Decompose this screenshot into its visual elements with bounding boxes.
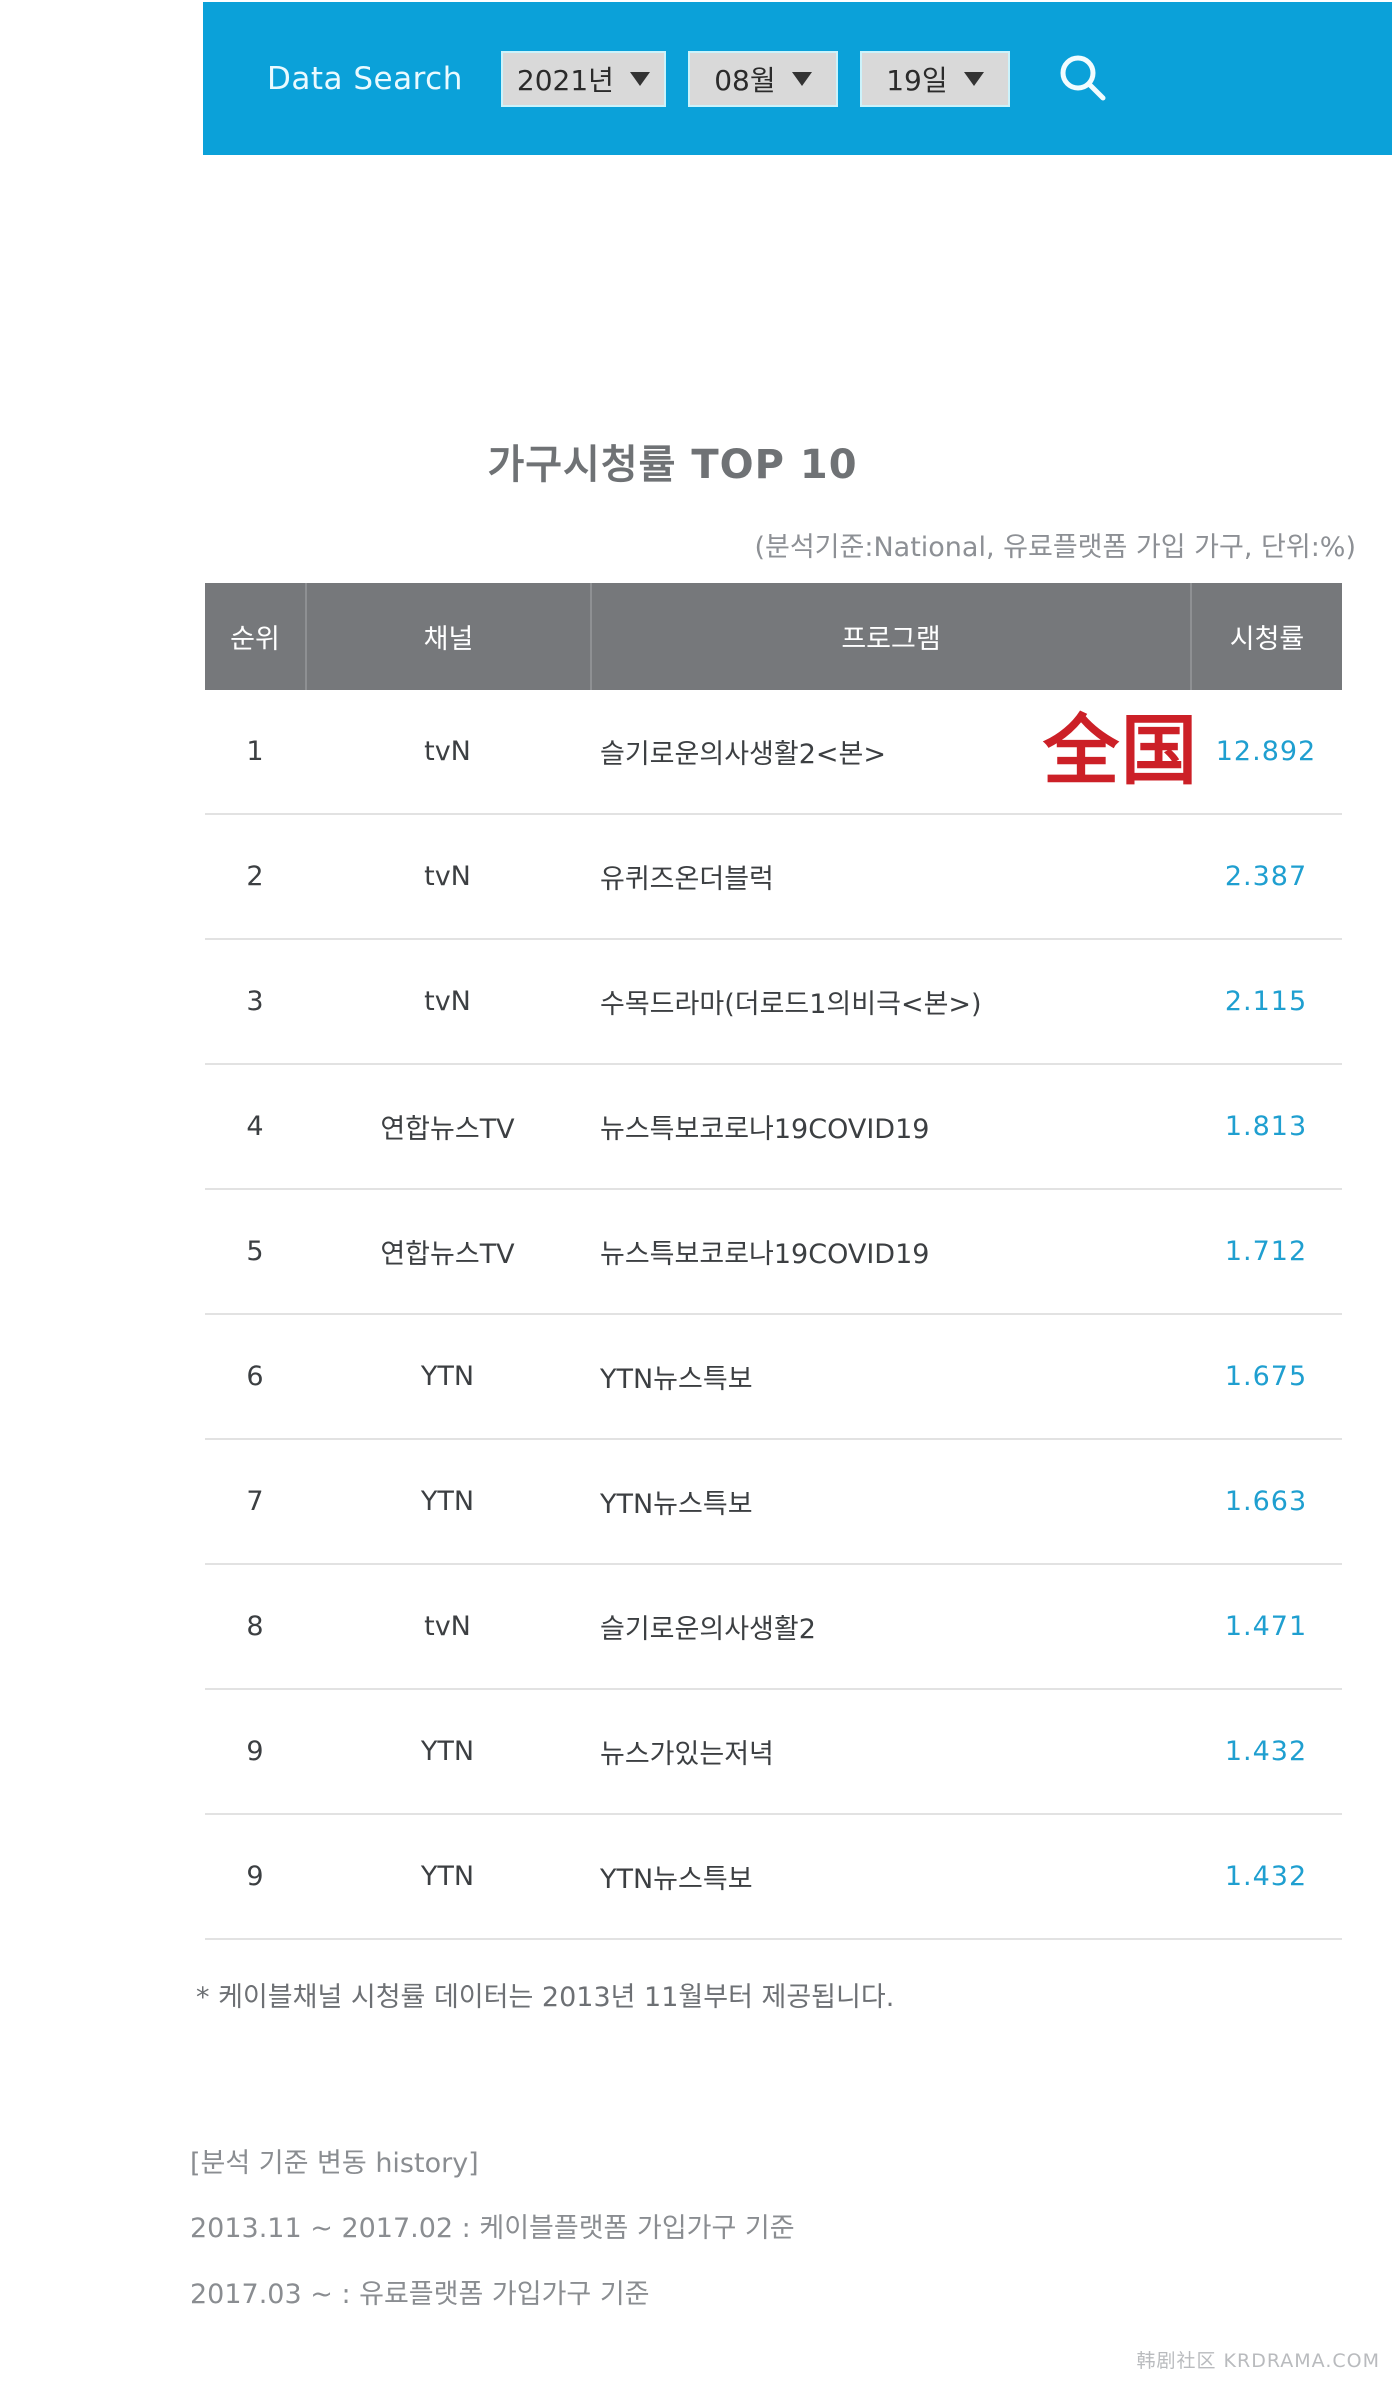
cell-channel: YTN	[420, 1861, 475, 1892]
table-row[interactable]: 9 YTN 뉴스가있는저녁 1.432	[205, 1690, 1342, 1815]
cell-rank: 1	[246, 736, 264, 767]
chevron-down-icon	[629, 71, 650, 86]
cell-rating: 1.432	[1224, 1861, 1308, 1892]
column-header-rank: 순위	[230, 624, 280, 655]
cell-rating: 1.432	[1224, 1736, 1308, 1767]
month-select-value: 08월	[714, 63, 776, 97]
table-row[interactable]: 8 tvN 슬기로운의사생활2 1.471	[205, 1565, 1342, 1690]
table-row[interactable]: 2 tvN 유퀴즈온더블럭 2.387	[205, 815, 1342, 940]
cell-rank: 7	[246, 1486, 264, 1517]
cell-channel: YTN	[420, 1486, 475, 1517]
cell-channel: YTN	[420, 1361, 475, 1392]
page-title-wrap: 가구시청률 TOP 10	[0, 432, 1345, 490]
chevron-down-icon	[963, 71, 984, 86]
cell-rank: 5	[246, 1236, 264, 1267]
year-select[interactable]: 2021년	[500, 50, 666, 107]
history-title: [분석 기준 변동 history]	[190, 2148, 479, 2179]
cell-program: 수목드라마(더로드1의비극<본>)	[600, 989, 982, 1020]
ratings-table: 순위 채널 프로그램 시청률 1 tvN 슬기로운의사생활2<본> 12.892…	[205, 583, 1342, 1940]
column-header-program: 프로그램	[590, 583, 1190, 690]
cell-rank: 8	[246, 1611, 264, 1642]
cell-program: 유퀴즈온더블럭	[600, 864, 774, 895]
cell-rating: 2.115	[1224, 986, 1308, 1017]
cell-channel: 연합뉴스TV	[380, 1239, 515, 1270]
cell-program: 슬기로운의사생활2<본>	[600, 739, 886, 770]
history-line-2: 2017.03 ~ : 유료플랫폼 가입가구 기준	[190, 2279, 650, 2310]
table-row[interactable]: 4 연합뉴스TV 뉴스특보코로나19COVID19 1.813	[205, 1065, 1342, 1190]
cable-data-footnote: * 케이블채널 시청률 데이터는 2013년 11월부터 제공됩니다.	[196, 1982, 895, 2013]
day-select-value: 19일	[886, 63, 948, 97]
page-subtitle: (분석기준:National, 유료플랫폼 가입 가구, 단위:%)	[754, 532, 1356, 563]
cell-program: 뉴스특보코로나19COVID19	[600, 1114, 930, 1145]
site-watermark: 韩剧社区 KRDRAMA.COM	[1136, 2350, 1380, 2372]
cell-rank: 9	[246, 1736, 264, 1767]
cell-channel: tvN	[424, 861, 471, 892]
cell-rank: 9	[246, 1861, 264, 1892]
cell-channel: YTN	[420, 1736, 475, 1767]
search-button[interactable]	[1052, 48, 1114, 110]
cell-rank: 4	[246, 1111, 264, 1142]
cell-rating: 1.712	[1224, 1236, 1308, 1267]
table-row[interactable]: 5 연합뉴스TV 뉴스특보코로나19COVID19 1.712	[205, 1190, 1342, 1315]
month-select[interactable]: 08월	[687, 50, 838, 107]
cell-channel: 연합뉴스TV	[380, 1114, 515, 1145]
table-row[interactable]: 6 YTN YTN뉴스특보 1.675	[205, 1315, 1342, 1440]
history-line-1: 2013.11 ~ 2017.02 : 케이블플랫폼 가입가구 기준	[190, 2213, 795, 2244]
page-subtitle-wrap: (분석기준:National, 유료플랫폼 가입 가구, 단위:%)	[0, 525, 1356, 564]
year-select-value: 2021년	[516, 63, 614, 97]
cell-channel: tvN	[424, 986, 471, 1017]
cell-rating: 1.675	[1224, 1361, 1308, 1392]
search-icon	[1060, 55, 1106, 100]
day-select[interactable]: 19일	[859, 50, 1010, 107]
cell-rank: 6	[246, 1361, 264, 1392]
table-row[interactable]: 7 YTN YTN뉴스특보 1.663	[205, 1440, 1342, 1565]
data-search-bar: Data Search 2021년 08월 19일	[203, 2, 1392, 155]
cell-rating: 1.813	[1224, 1111, 1308, 1142]
cell-program: 뉴스가있는저녁	[600, 1739, 774, 1770]
cell-program: YTN뉴스특보	[600, 1364, 753, 1395]
cell-program: 뉴스특보코로나19COVID19	[600, 1239, 930, 1270]
cell-rating: 1.663	[1224, 1486, 1308, 1517]
table-header-row: 순위 채널 프로그램 시청률	[205, 583, 1342, 690]
column-header-channel: 채널	[305, 583, 590, 690]
cell-channel: tvN	[424, 1611, 471, 1642]
cell-rating: 1.471	[1224, 1611, 1308, 1642]
cell-channel: tvN	[424, 736, 471, 767]
cell-rating: 12.892	[1215, 736, 1317, 767]
cell-program: 슬기로운의사생활2	[600, 1614, 816, 1645]
data-search-label: Data Search	[267, 60, 463, 97]
table-row[interactable]: 3 tvN 수목드라마(더로드1의비극<본>) 2.115	[205, 940, 1342, 1065]
column-header-rating: 시청률	[1190, 583, 1342, 690]
cell-rating: 2.387	[1224, 861, 1308, 892]
table-row[interactable]: 1 tvN 슬기로운의사생활2<본> 12.892 全国	[205, 690, 1342, 815]
cell-rank: 3	[246, 986, 264, 1017]
cell-program: YTN뉴스특보	[600, 1489, 753, 1520]
chevron-down-icon	[791, 71, 812, 86]
cell-program: YTN뉴스특보	[600, 1864, 753, 1895]
table-row[interactable]: 9 YTN YTN뉴스특보 1.432	[205, 1815, 1342, 1940]
cell-rank: 2	[246, 861, 264, 892]
page-title: 가구시청률 TOP 10	[487, 442, 858, 488]
